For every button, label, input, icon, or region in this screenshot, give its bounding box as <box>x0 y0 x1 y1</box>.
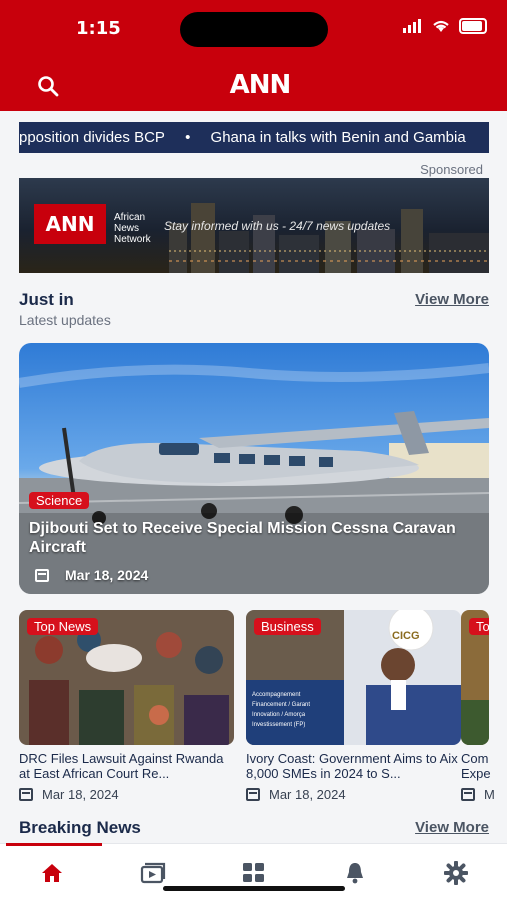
bell-icon <box>347 863 363 884</box>
article-title[interactable]: Com Expe <box>461 751 491 781</box>
featured-article-title[interactable]: Djibouti Set to Receive Special Mission … <box>29 519 469 557</box>
image-banner-line: Financement / Garant <box>252 702 311 708</box>
article-title[interactable]: Ivory Coast: Government Aims to Aix 8,00… <box>246 751 461 781</box>
category-badge[interactable]: To <box>469 618 489 635</box>
video-icon <box>140 862 166 884</box>
article-date: Mar 18, 2024 <box>246 787 461 802</box>
image-banner-line: Investissement (FP) <box>252 722 306 728</box>
article-title[interactable]: DRC Files Lawsuit Against Rwanda at East… <box>19 751 234 781</box>
article-date-text: Mar 18, 2024 <box>269 787 346 802</box>
nav-home[interactable] <box>38 859 66 887</box>
calendar-icon <box>19 788 33 801</box>
article-date: Mar 18, 2024 <box>19 787 234 802</box>
grid-icon <box>243 863 264 882</box>
image-banner-line: Accompagnement <box>252 692 301 698</box>
app-logo[interactable]: ANN <box>223 70 297 100</box>
app-header: 1:15 ANN <box>0 0 507 111</box>
article-image: To <box>461 610 489 745</box>
ad-logo: ANN <box>34 204 106 244</box>
image-banner-line: Innovation / Amorça <box>252 712 306 718</box>
search-icon <box>38 76 59 97</box>
ad-tagline: Stay informed with us - 24/7 news update… <box>164 219 391 233</box>
view-more-link[interactable]: View More <box>415 819 489 836</box>
article-card[interactable]: Top News DRC Files Lawsuit Against Rwand… <box>19 610 234 802</box>
nav-settings[interactable] <box>442 859 470 887</box>
city-skyline-image <box>169 203 489 273</box>
nav-notifications[interactable] <box>341 859 369 887</box>
nav-videos[interactable] <box>139 859 167 887</box>
nav-categories[interactable] <box>240 859 268 887</box>
calendar-icon <box>35 569 49 582</box>
ad-banner[interactable]: ANN African News Network Stay informed w… <box>19 178 489 273</box>
article-image: Top News <box>19 610 234 745</box>
view-more-link[interactable]: View More <box>415 291 489 308</box>
featured-article-date: Mar 18, 2024 <box>65 567 149 583</box>
home-icon <box>42 864 62 882</box>
calendar-icon <box>246 788 260 801</box>
image-logo-text: CICG <box>392 630 420 642</box>
ad-network-name: African News Network <box>114 212 151 245</box>
ticker-item[interactable]: pposition divides BCP <box>19 129 165 146</box>
category-badge[interactable]: Top News <box>27 618 99 635</box>
search-button[interactable] <box>34 72 62 100</box>
featured-article-card[interactable]: Science Djibouti Set to Receive Special … <box>19 343 489 594</box>
article-image: Business CICG Accompagnement Financement… <box>246 610 461 745</box>
status-time: 1:15 <box>76 18 121 39</box>
cellular-icon <box>403 19 421 33</box>
category-badge[interactable]: Business <box>254 618 321 635</box>
gear-icon <box>444 861 468 885</box>
section-subtitle: Latest updates <box>19 312 111 328</box>
section-title-breaking-news: Breaking News <box>19 818 141 837</box>
battery-icon <box>459 18 487 34</box>
ad-network-line: News <box>114 223 140 234</box>
active-tab-indicator <box>6 843 102 846</box>
article-title-text: DRC Files Lawsuit Against Rwanda at East… <box>19 751 224 781</box>
calendar-icon <box>461 788 475 801</box>
ad-network-line: Network <box>114 234 151 245</box>
image-banner-text: Accompagnement Financement / Garant Inno… <box>252 690 310 730</box>
article-title-text: Ivory Coast: Government Aims to Aix 8,00… <box>246 751 458 781</box>
wifi-icon <box>433 20 449 32</box>
status-icons <box>403 18 487 34</box>
dynamic-island <box>180 12 328 47</box>
article-date-text: Mar 18, 2024 <box>42 787 119 802</box>
sponsored-label: Sponsored <box>420 162 483 177</box>
home-indicator <box>163 886 345 891</box>
article-card[interactable]: To Com Expe M <box>461 610 507 802</box>
article-date: M <box>461 787 507 802</box>
article-date-text: M <box>484 787 495 802</box>
category-badge[interactable]: Science <box>29 492 90 509</box>
ticker-item[interactable]: Ghana in talks with Benin and Gambia <box>211 129 466 146</box>
ticker-separator: • <box>185 129 191 146</box>
section-title-just-in: Just in <box>19 290 74 309</box>
ad-network-line: African <box>114 212 146 223</box>
bottom-navigation <box>0 843 507 901</box>
article-card[interactable]: Business CICG Accompagnement Financement… <box>246 610 461 802</box>
news-ticker[interactable]: pposition divides BCP • Ghana in talks w… <box>19 122 489 153</box>
